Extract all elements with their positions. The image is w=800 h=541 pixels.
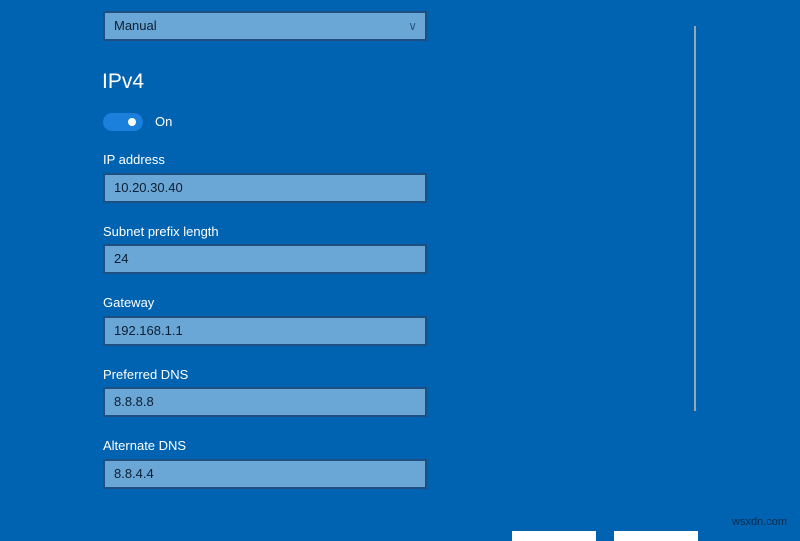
section-title: IPv4 xyxy=(102,70,145,93)
scrollbar[interactable] xyxy=(694,26,696,411)
alternate-dns-label: Alternate DNS xyxy=(103,438,187,453)
toggle-label: On xyxy=(155,114,173,129)
subnet-input[interactable]: 24 xyxy=(103,244,427,274)
ipv4-toggle[interactable] xyxy=(103,113,143,131)
preferred-dns-input[interactable]: 8.8.8.8 xyxy=(103,387,427,417)
subnet-label: Subnet prefix length xyxy=(103,224,219,239)
watermark: wsxdn.com xyxy=(732,516,788,528)
gateway-label: Gateway xyxy=(103,295,155,310)
cancel-button[interactable] xyxy=(614,531,698,541)
save-button[interactable] xyxy=(512,531,596,541)
gateway-input[interactable]: 192.168.1.1 xyxy=(103,316,427,346)
ip-address-label: IP address xyxy=(103,152,165,167)
alternate-dns-input[interactable]: 8.8.4.4 xyxy=(103,459,427,489)
chevron-down-icon: ∨ xyxy=(408,19,417,33)
ip-address-input[interactable]: 10.20.30.40 xyxy=(103,173,427,203)
ip-settings-dropdown[interactable]: Manual ∨ xyxy=(103,11,427,41)
toggle-knob xyxy=(128,118,136,126)
preferred-dns-label: Preferred DNS xyxy=(103,367,189,382)
dropdown-value: Manual xyxy=(114,18,157,33)
